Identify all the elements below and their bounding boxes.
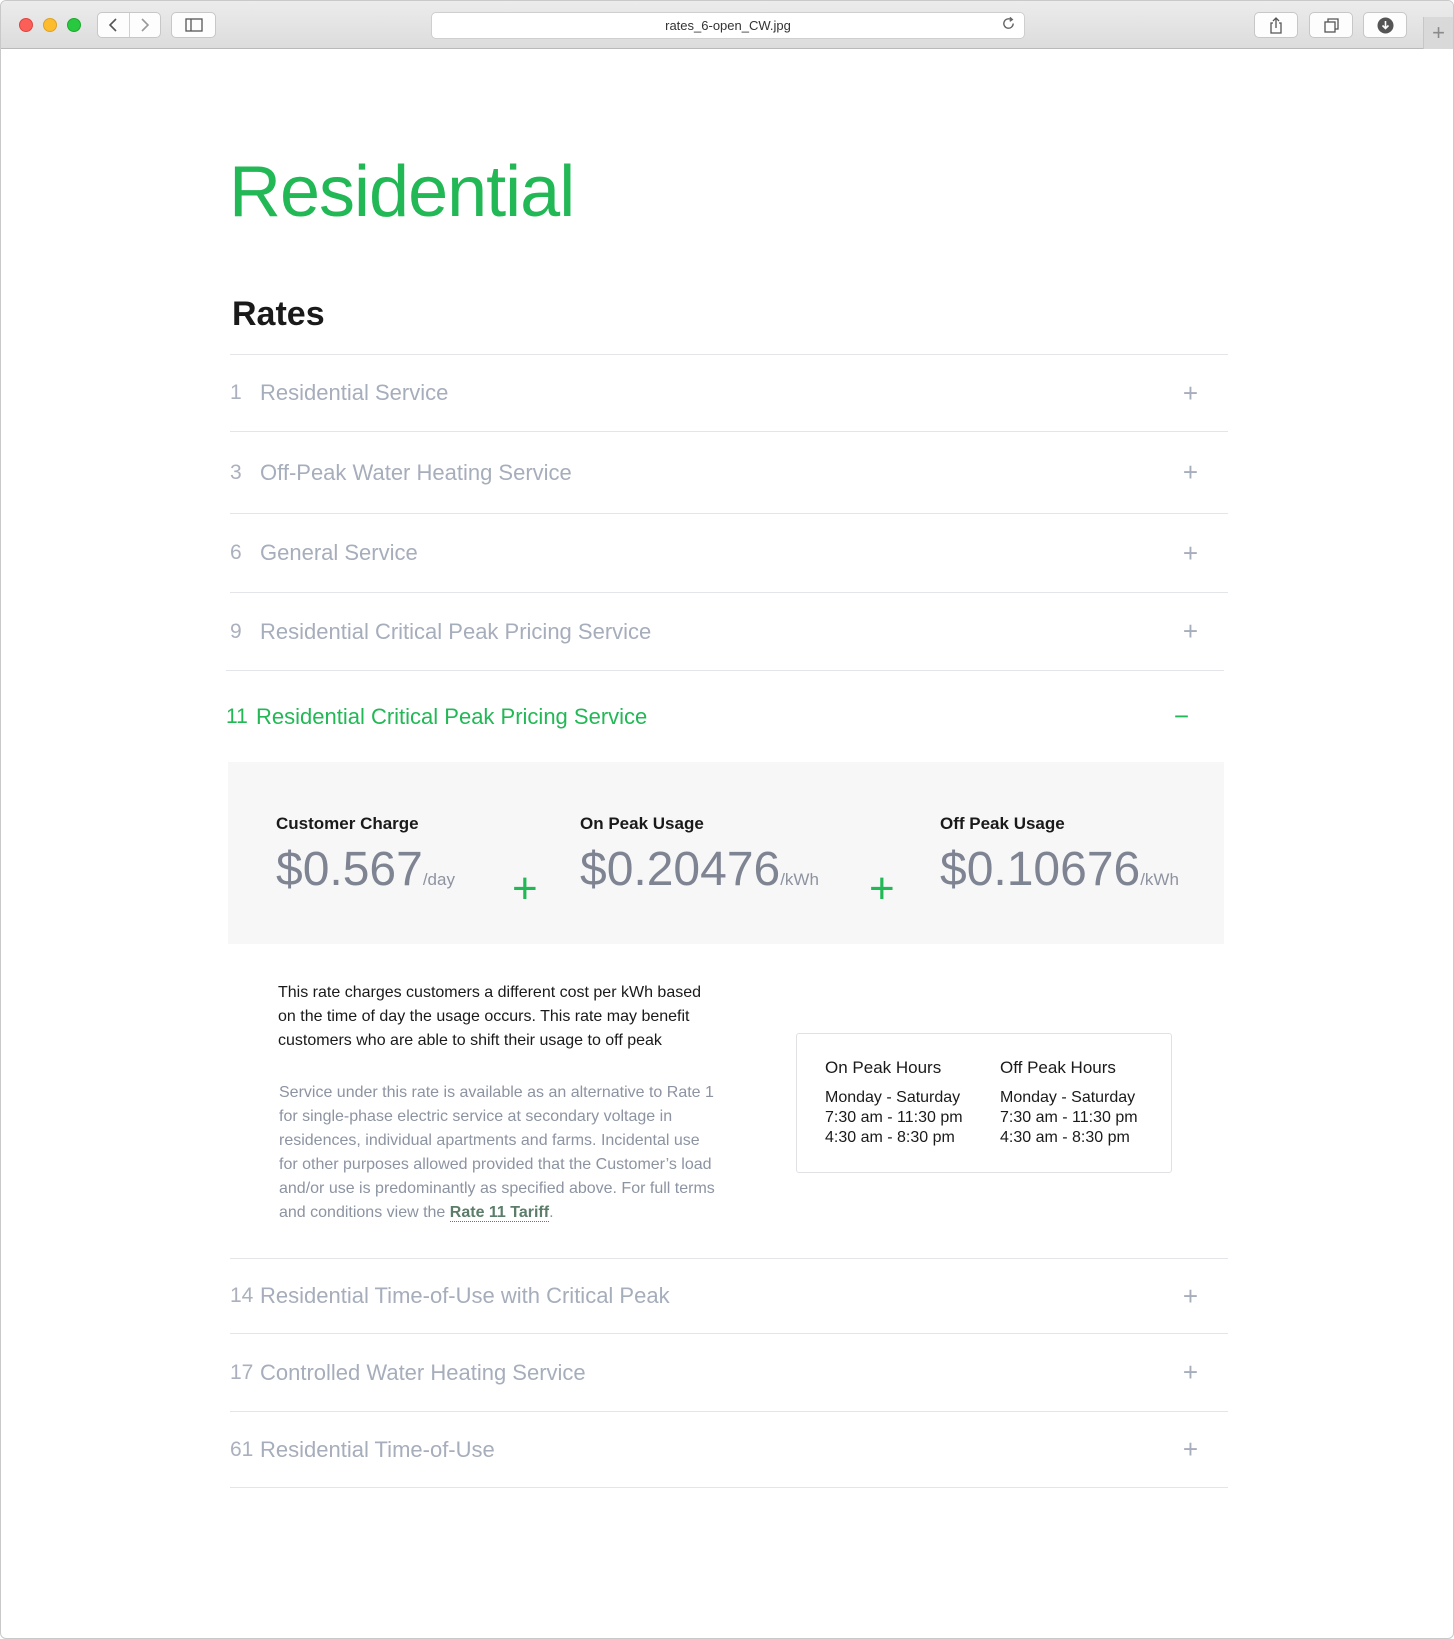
minimize-window-button[interactable] bbox=[43, 18, 57, 32]
rates-heading: Rates bbox=[232, 295, 325, 333]
rate-label: Residential Service bbox=[260, 380, 449, 405]
plus-operator-icon: + bbox=[512, 864, 538, 913]
rate-row-11-expanded[interactable]: 11 Residential Critical Peak Pricing Ser… bbox=[226, 670, 1224, 762]
new-tab-button[interactable]: + bbox=[1423, 17, 1453, 49]
rate-number: 14 bbox=[230, 1284, 254, 1307]
downloads-button[interactable] bbox=[1363, 12, 1407, 38]
charge-unit: /kWh bbox=[780, 870, 819, 889]
charge-label: Customer Charge bbox=[276, 814, 419, 833]
sidebar-toggle-button[interactable] bbox=[171, 12, 216, 38]
hours-range: 4:30 am - 8:30 pm bbox=[1000, 1129, 1130, 1146]
rate-row-9[interactable]: 9 Residential Critical Peak Pricing Serv… bbox=[230, 592, 1228, 670]
rate-label: General Service bbox=[260, 540, 418, 565]
expand-plus-icon[interactable]: + bbox=[1183, 378, 1198, 409]
back-button[interactable] bbox=[98, 13, 129, 37]
hours-range: 7:30 am - 11:30 pm bbox=[1000, 1109, 1138, 1126]
rate-description: This rate charges customers a different … bbox=[278, 984, 702, 1049]
charge-label: On Peak Usage bbox=[580, 814, 704, 833]
hours-title: On Peak Hours bbox=[825, 1058, 942, 1077]
rate-number: 61 bbox=[230, 1437, 254, 1461]
rate-terms: Service under this rate is available as … bbox=[279, 1081, 719, 1225]
rate-row-61[interactable]: 61 Residential Time-of-Use + bbox=[230, 1411, 1228, 1488]
download-icon bbox=[1377, 17, 1393, 33]
rate-label: Residential Critical Peak Pricing Servic… bbox=[260, 618, 652, 644]
expand-plus-icon[interactable]: + bbox=[1183, 616, 1198, 647]
terms-text: Service under this rate is available as … bbox=[279, 1084, 715, 1221]
rate-row-3[interactable]: 3 Off-Peak Water Heating Service + bbox=[230, 431, 1228, 513]
zoom-window-button[interactable] bbox=[67, 18, 81, 32]
collapse-minus-icon[interactable]: − bbox=[1174, 701, 1189, 732]
rate-number: 3 bbox=[230, 460, 242, 484]
rate-number: 1 bbox=[230, 381, 242, 404]
hours-days: Monday - Saturday bbox=[1000, 1089, 1136, 1106]
customer-charge: Customer Charge $0.567/day bbox=[276, 814, 455, 897]
peak-hours-card: On Peak Hours Monday - Saturday 7:30 am … bbox=[796, 1033, 1172, 1173]
chevron-left-icon bbox=[109, 18, 117, 32]
tabs-icon bbox=[1323, 17, 1339, 33]
off-peak-charge: Off Peak Usage $0.10676/kWh bbox=[940, 814, 1179, 897]
reload-icon[interactable] bbox=[1001, 16, 1016, 36]
rate-number: 17 bbox=[230, 1360, 254, 1384]
expand-plus-icon[interactable]: + bbox=[1183, 538, 1198, 569]
rate-label: Off-Peak Water Heating Service bbox=[260, 459, 572, 485]
charge-amount: $0.567 bbox=[276, 843, 423, 896]
plus-icon: + bbox=[1432, 20, 1445, 45]
browser-toolbar: rates_6-open_CW.jpg + bbox=[1, 1, 1453, 49]
chevron-right-icon bbox=[141, 18, 149, 32]
tariff-link[interactable]: Rate 11 Tariff bbox=[449, 1204, 550, 1222]
rate-row-1[interactable]: 1 Residential Service + bbox=[230, 354, 1228, 431]
rate-row-6[interactable]: 6 General Service + bbox=[230, 513, 1228, 592]
sidebar-icon bbox=[184, 18, 203, 32]
rate-row-17[interactable]: 17 Controlled Water Heating Service + bbox=[230, 1333, 1228, 1411]
address-bar[interactable]: rates_6-open_CW.jpg bbox=[431, 12, 1025, 39]
rate-number: 11 bbox=[226, 704, 248, 728]
hours-range: 4:30 am - 8:30 pm bbox=[825, 1129, 955, 1146]
rate-number: 6 bbox=[230, 541, 242, 564]
hours-days: Monday - Saturday bbox=[825, 1089, 961, 1106]
charge-amount: $0.20476 bbox=[580, 843, 781, 896]
terms-end: . bbox=[549, 1204, 554, 1221]
expand-plus-icon[interactable]: + bbox=[1183, 1434, 1198, 1465]
off-peak-hours: Off Peak Hours Monday - Saturday 7:30 am… bbox=[1000, 1058, 1138, 1148]
expand-plus-icon[interactable]: + bbox=[1183, 1281, 1198, 1312]
expand-plus-icon[interactable]: + bbox=[1183, 1357, 1198, 1388]
rate-label: Controlled Water Heating Service bbox=[260, 1359, 586, 1385]
browser-window: rates_6-open_CW.jpg + Residential Rates … bbox=[0, 0, 1454, 1639]
forward-button[interactable] bbox=[128, 13, 161, 37]
rate-row-14[interactable]: 14 Residential Time-of-Use with Critical… bbox=[230, 1258, 1228, 1333]
rate-number: 9 bbox=[230, 619, 242, 643]
plus-operator-icon: + bbox=[869, 864, 895, 913]
navigation-buttons bbox=[97, 12, 161, 38]
tab-overview-button[interactable] bbox=[1309, 12, 1353, 38]
rate-label: Residential Time-of-Use bbox=[260, 1436, 495, 1462]
url-text: rates_6-open_CW.jpg bbox=[665, 18, 791, 33]
rate-label: Residential Time-of-Use with Critical Pe… bbox=[260, 1283, 670, 1308]
hours-range: 7:30 am - 11:30 pm bbox=[825, 1109, 963, 1126]
charge-label: Off Peak Usage bbox=[940, 814, 1065, 833]
rate-label: Residential Critical Peak Pricing Servic… bbox=[256, 703, 648, 729]
expand-plus-icon[interactable]: + bbox=[1183, 457, 1198, 488]
rate-charges-panel: Customer Charge $0.567/day + On Peak Usa… bbox=[228, 762, 1224, 944]
close-window-button[interactable] bbox=[19, 18, 33, 32]
on-peak-hours: On Peak Hours Monday - Saturday 7:30 am … bbox=[825, 1058, 963, 1148]
hours-title: Off Peak Hours bbox=[1000, 1058, 1116, 1077]
share-button[interactable] bbox=[1254, 12, 1298, 38]
charge-unit: /kWh bbox=[1140, 870, 1179, 889]
page-title: Residential bbox=[229, 152, 575, 232]
charge-unit: /day bbox=[422, 870, 455, 889]
charge-amount: $0.10676 bbox=[940, 843, 1141, 896]
share-icon bbox=[1270, 16, 1282, 34]
on-peak-charge: On Peak Usage $0.20476/kWh bbox=[580, 814, 819, 897]
